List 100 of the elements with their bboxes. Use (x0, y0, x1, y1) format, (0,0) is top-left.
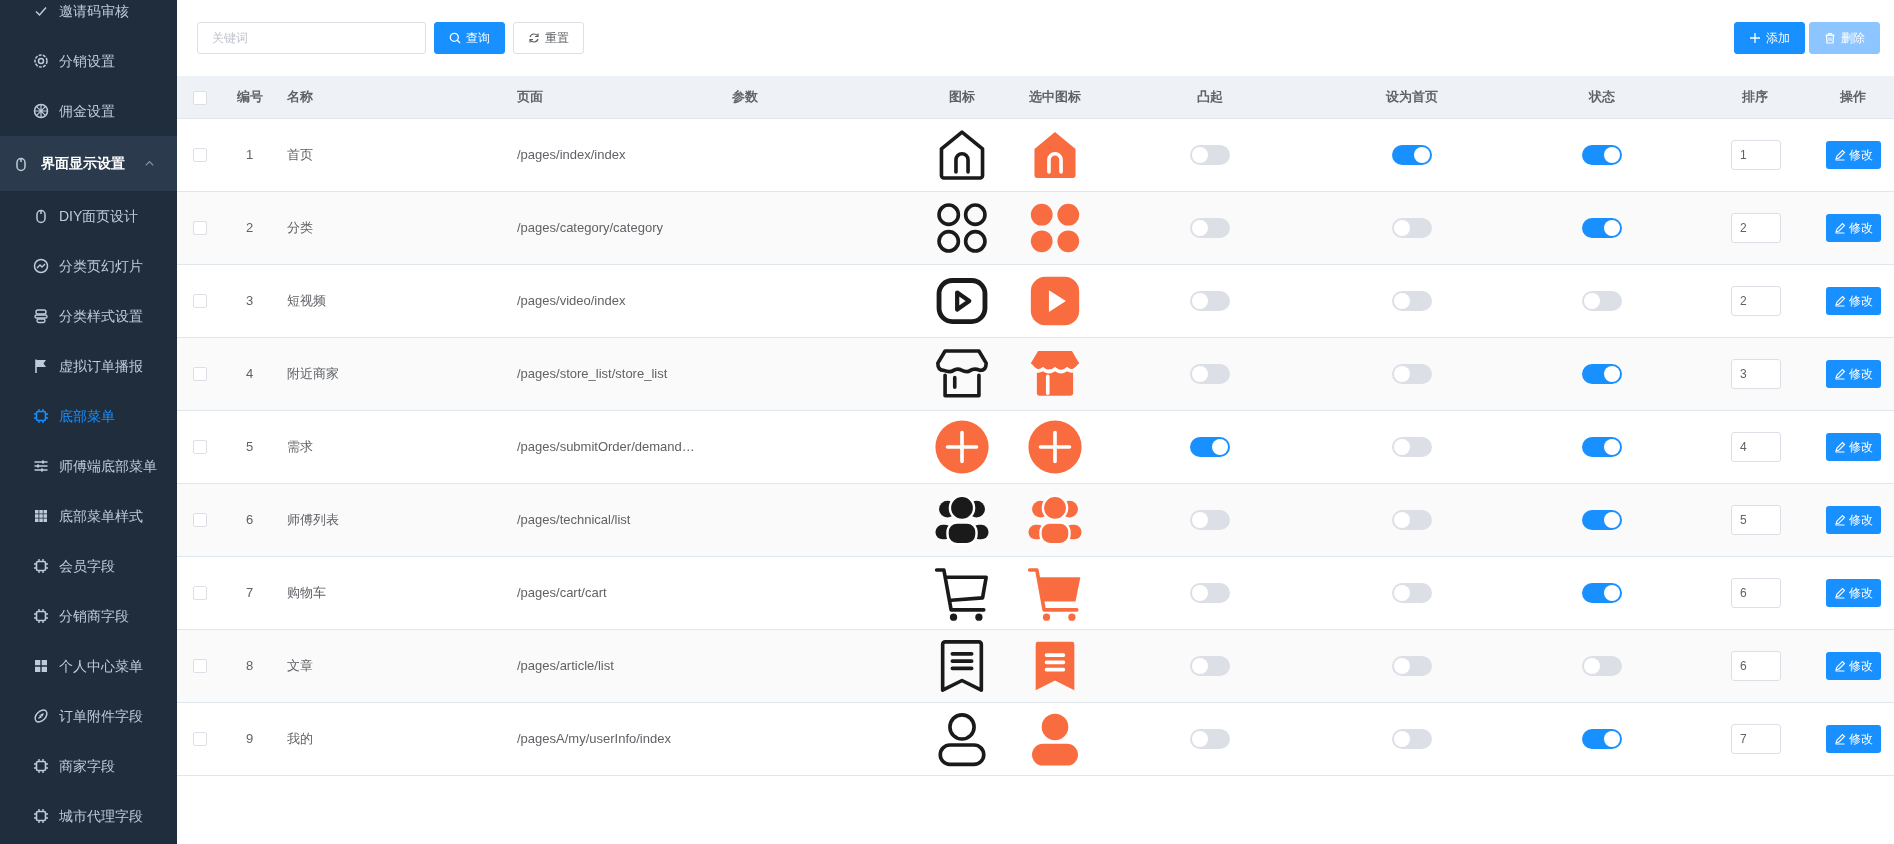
flag-icon (33, 358, 49, 374)
toggle-switch[interactable] (1392, 582, 1432, 603)
table-cell: /pages/index/index (517, 146, 626, 162)
select-all-checkbox[interactable] (192, 90, 207, 105)
sort-input[interactable]: 7 (1731, 723, 1781, 754)
table-cell: 8 (245, 657, 254, 673)
table-cell: 2 (245, 219, 254, 235)
mouse-icon (33, 208, 49, 224)
toggle-switch[interactable] (1582, 509, 1622, 530)
table-cell: /pages/technical/list (517, 511, 631, 527)
table-cell: 文章 (287, 657, 313, 673)
table-cell: /pages/submitOrder/demand… (517, 438, 695, 454)
toggle-switch[interactable] (1392, 655, 1432, 676)
pencil-icon (1833, 148, 1846, 161)
grid-icon (33, 508, 49, 524)
trash-icon (1824, 32, 1836, 44)
toggle-switch[interactable] (1189, 582, 1230, 603)
chip-icon (33, 808, 49, 824)
toggle-switch[interactable] (1189, 509, 1230, 530)
chevron-icon (144, 158, 155, 169)
pencil-icon (1833, 294, 1846, 307)
toggle-switch[interactable] (1392, 144, 1432, 165)
toggle-switch[interactable] (1392, 509, 1432, 530)
toggle-switch[interactable] (1189, 217, 1230, 238)
column-header: 名称 (287, 89, 313, 104)
row-checkbox[interactable] (192, 367, 207, 382)
toggle-switch[interactable] (1392, 363, 1432, 384)
toggle-switch[interactable] (1189, 436, 1230, 457)
table-cell: 购物车 (287, 584, 326, 600)
table-cell: 6 (245, 511, 254, 527)
toggle-switch[interactable] (1582, 290, 1622, 311)
toggle-switch[interactable] (1582, 582, 1622, 603)
column-header: 参数 (732, 89, 758, 104)
toggle-switch[interactable] (1189, 728, 1230, 749)
pencil-icon (1833, 732, 1846, 745)
table-cell: /pages/video/index (517, 292, 626, 308)
stack-icon (33, 308, 49, 324)
column-header: 选中图标 (1028, 89, 1081, 104)
sort-input[interactable]: 6 (1731, 577, 1781, 608)
table-cell: /pages/cart/cart (517, 584, 607, 600)
row-checkbox[interactable] (192, 440, 207, 455)
sort-input[interactable]: 4 (1731, 431, 1781, 462)
toggle-switch[interactable] (1189, 363, 1230, 384)
plus-icon (1749, 32, 1761, 44)
sort-input[interactable]: 5 (1731, 504, 1781, 535)
pencil-icon (1833, 367, 1846, 380)
toggle-switch[interactable] (1582, 217, 1622, 238)
toggle-switch[interactable] (1392, 436, 1432, 457)
sliders-icon (33, 458, 49, 474)
table-cell: 附近商家 (287, 365, 339, 381)
chip-icon (33, 558, 49, 574)
grid-icon (33, 658, 49, 674)
row-checkbox[interactable] (192, 148, 207, 163)
sort-input[interactable]: 6 (1731, 650, 1781, 681)
pencil-icon (1833, 221, 1846, 234)
search-field[interactable]: 关键词 (197, 22, 426, 54)
column-header: 图标 (949, 89, 975, 104)
sort-input[interactable]: 2 (1731, 285, 1781, 316)
table-cell: 4 (245, 365, 254, 381)
sidebar-group[interactable]: 界面显示设置 (0, 136, 177, 191)
row-checkbox[interactable] (192, 659, 207, 674)
plus-icon (933, 417, 991, 476)
row-checkbox[interactable] (192, 513, 207, 528)
toggle-switch[interactable] (1392, 217, 1432, 238)
reset-button[interactable]: 重置 (513, 22, 584, 54)
group-label: 界面显示设置 (41, 154, 126, 173)
toggle-switch[interactable] (1582, 144, 1622, 165)
table-cell: 分类 (287, 219, 313, 235)
toggle-switch[interactable] (1392, 728, 1432, 749)
toggle-switch[interactable] (1582, 728, 1622, 749)
toggle-switch[interactable] (1582, 655, 1622, 676)
table-cell: 我的 (287, 730, 313, 746)
column-header: 凸起 (1196, 89, 1223, 104)
sort-input[interactable]: 2 (1731, 212, 1781, 243)
table-cell: 师傅列表 (287, 511, 339, 527)
chip-icon (33, 758, 49, 774)
toggle-switch[interactable] (1582, 436, 1622, 457)
column-header: 页面 (517, 89, 543, 104)
row-checkbox[interactable] (192, 586, 207, 601)
column-header: 设为首页 (1386, 89, 1438, 104)
chart-icon (33, 258, 49, 274)
column-header: 操作 (1840, 89, 1866, 104)
toggle-switch[interactable] (1189, 290, 1230, 311)
pencil-icon (1833, 513, 1846, 526)
row-checkbox[interactable] (192, 294, 207, 309)
table-cell: 7 (245, 584, 254, 600)
column-header: 编号 (236, 89, 263, 104)
toggle-switch[interactable] (1189, 655, 1230, 676)
column-header: 状态 (1589, 89, 1615, 104)
row-checkbox[interactable] (192, 732, 207, 747)
table-cell: 短视频 (287, 292, 326, 308)
toggle-switch[interactable] (1392, 290, 1432, 311)
row-checkbox[interactable] (192, 221, 207, 236)
sort-input[interactable]: 3 (1731, 358, 1781, 389)
sort-input[interactable]: 1 (1731, 139, 1781, 170)
toggle-switch[interactable] (1189, 144, 1230, 165)
football-icon (33, 708, 49, 724)
pencil-icon (1833, 440, 1846, 453)
mouse-icon (13, 155, 29, 172)
toggle-switch[interactable] (1582, 363, 1622, 384)
